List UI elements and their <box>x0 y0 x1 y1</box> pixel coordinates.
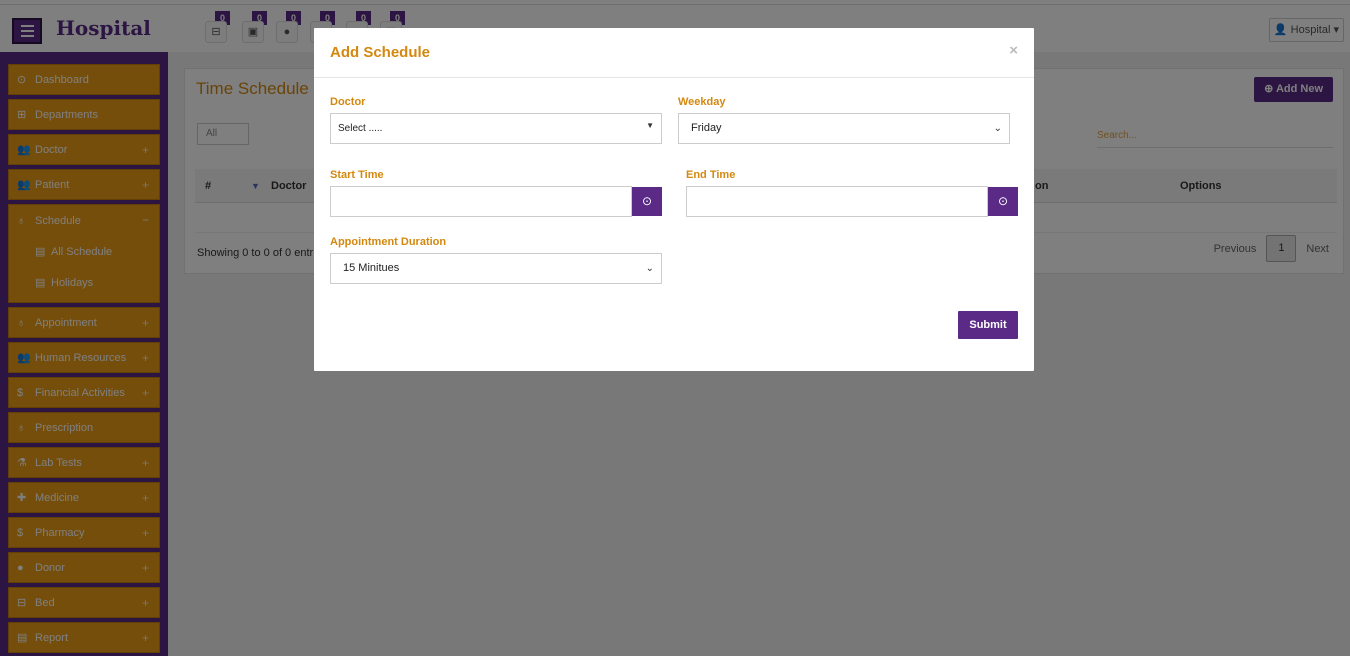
close-icon[interactable]: × <box>1009 42 1018 59</box>
add-schedule-modal: Add Schedule × Doctor Select ..... ▼ Wee… <box>314 28 1034 371</box>
doctor-label: Doctor <box>330 96 366 108</box>
duration-label: Appointment Duration <box>330 236 447 248</box>
clock-icon: ⊙ <box>641 194 653 208</box>
start-time-input[interactable] <box>330 186 632 217</box>
end-time-label: End Time <box>686 169 736 181</box>
end-time-picker-button[interactable]: ⊙ <box>988 187 1018 216</box>
caret-down-icon: ▼ <box>646 121 654 130</box>
weekday-label: Weekday <box>678 96 726 108</box>
weekday-select-value: Friday <box>691 122 722 134</box>
submit-button[interactable]: Submit <box>958 311 1018 339</box>
weekday-select[interactable]: Friday ⌄ <box>678 113 1010 144</box>
end-time-input[interactable] <box>686 186 988 217</box>
start-time-picker-button[interactable]: ⊙ <box>632 187 662 216</box>
modal-header: Add Schedule × <box>314 28 1034 78</box>
chevron-down-icon: ⌄ <box>645 263 654 274</box>
duration-select-value: 15 Minitues <box>343 262 400 274</box>
modal-title: Add Schedule <box>330 44 431 61</box>
clock-icon: ⊙ <box>997 194 1009 208</box>
chevron-down-icon: ⌄ <box>993 123 1002 134</box>
start-time-label: Start Time <box>330 169 384 181</box>
duration-select[interactable]: 15 Minitues ⌄ <box>330 253 662 284</box>
doctor-select-value: Select ..... <box>338 123 383 134</box>
doctor-select[interactable]: Select ..... ▼ <box>330 113 662 144</box>
